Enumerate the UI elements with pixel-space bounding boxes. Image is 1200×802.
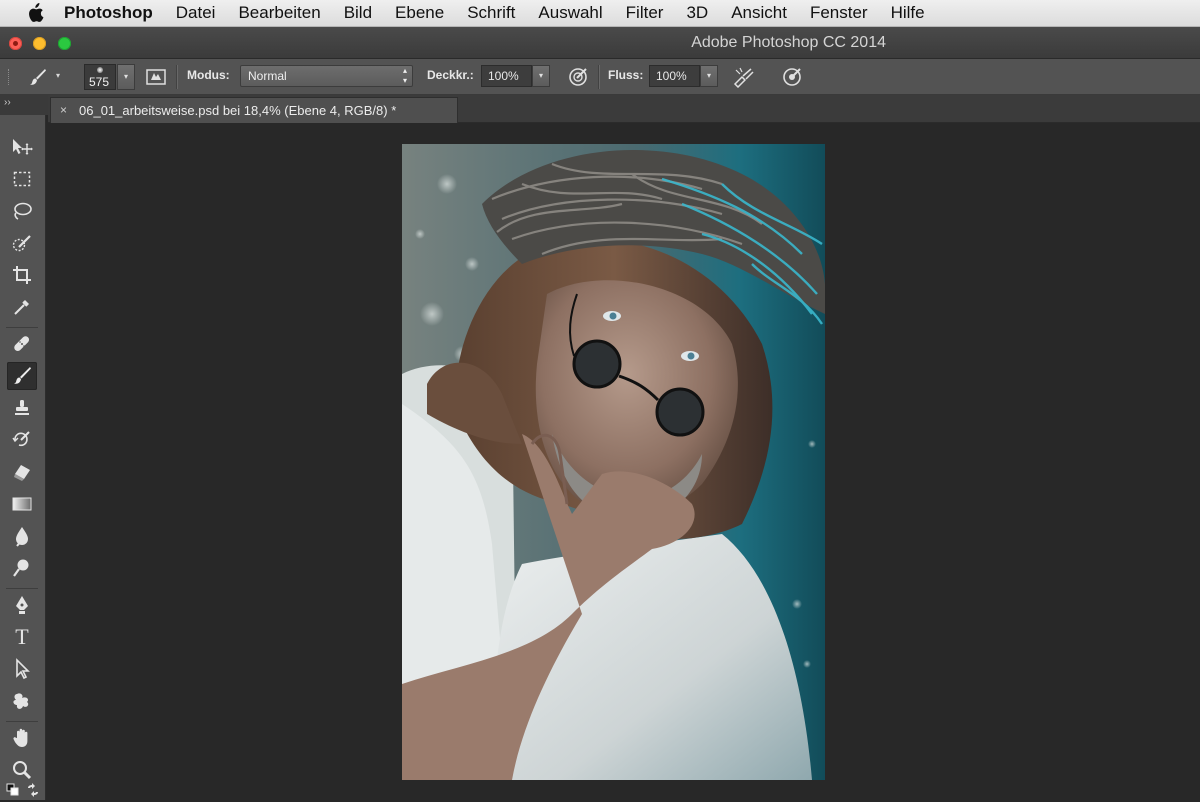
options-bar: ▾ 575 ▾ Modus: Normal ▴ ▾ Deckkr.: 100% ▾… bbox=[0, 59, 1200, 95]
gradient-tool-icon[interactable] bbox=[7, 490, 37, 518]
menu-ansicht[interactable]: Ansicht bbox=[731, 3, 787, 23]
flow-input[interactable]: 100% bbox=[649, 65, 700, 87]
menu-schrift[interactable]: Schrift bbox=[467, 3, 515, 23]
menu-photoshop[interactable]: Photoshop bbox=[64, 3, 153, 23]
lasso-tool-icon[interactable] bbox=[7, 197, 37, 225]
pressure-opacity-icon[interactable] bbox=[566, 65, 590, 89]
path-selection-tool-icon[interactable] bbox=[7, 655, 37, 683]
menu-ebene[interactable]: Ebene bbox=[395, 3, 444, 23]
document-tab-title: 06_01_arbeitsweise.psd bei 18,4% (Ebene … bbox=[79, 103, 397, 118]
apple-icon[interactable] bbox=[24, 2, 46, 24]
brush-preset-picker[interactable]: 575 bbox=[84, 64, 116, 90]
brush-panel-toggle-icon[interactable] bbox=[144, 65, 168, 89]
toolbox-header[interactable]: ›› bbox=[0, 95, 48, 115]
menu-filter[interactable]: Filter bbox=[626, 3, 664, 23]
custom-shape-tool-icon[interactable] bbox=[7, 687, 37, 715]
crop-tool-icon[interactable] bbox=[7, 261, 37, 289]
quick-selection-tool-icon[interactable] bbox=[7, 229, 37, 257]
menu-bild[interactable]: Bild bbox=[344, 3, 372, 23]
opacity-input[interactable]: 100% bbox=[481, 65, 532, 87]
default-colors-icon[interactable] bbox=[6, 783, 20, 802]
portrait-photo bbox=[402, 144, 825, 780]
hand-tool-icon[interactable] bbox=[7, 724, 37, 752]
menu-bearbeiten[interactable]: Bearbeiten bbox=[238, 3, 320, 23]
tool-preset-brush-icon[interactable] bbox=[26, 65, 50, 89]
window-title: Adobe Photoshop CC 2014 bbox=[691, 34, 886, 51]
menu-bar: Photoshop Datei Bearbeiten Bild Ebene Sc… bbox=[0, 0, 1200, 27]
marquee-tool-icon[interactable] bbox=[7, 165, 37, 193]
zoom-tool-icon[interactable] bbox=[7, 756, 37, 784]
menu-auswahl[interactable]: Auswahl bbox=[538, 3, 602, 23]
blur-tool-icon[interactable] bbox=[7, 522, 37, 550]
pen-tool-icon[interactable] bbox=[7, 591, 37, 619]
brush-size-value: 575 bbox=[89, 75, 110, 89]
opacity-label: Deckkr.: bbox=[427, 68, 474, 82]
toolbox: T bbox=[0, 115, 46, 800]
options-bar-grip[interactable] bbox=[8, 69, 11, 85]
mode-label: Modus: bbox=[187, 68, 230, 82]
tool-preset-dropdown-icon[interactable]: ▾ bbox=[56, 71, 60, 80]
mode-select[interactable]: Normal ▴ ▾ bbox=[240, 65, 413, 87]
mode-value: Normal bbox=[248, 69, 287, 83]
document-tab-bar: × 06_01_arbeitsweise.psd bei 18,4% (Eben… bbox=[48, 95, 1200, 123]
toolbox-collapse-icon[interactable]: ›› bbox=[4, 97, 11, 108]
zoom-window-button[interactable] bbox=[58, 37, 71, 50]
history-brush-tool-icon[interactable] bbox=[7, 426, 37, 454]
airbrush-icon[interactable] bbox=[732, 65, 756, 89]
minimize-window-button[interactable] bbox=[33, 37, 46, 50]
document-canvas-image[interactable] bbox=[402, 144, 825, 780]
opacity-dropdown-icon[interactable]: ▾ bbox=[532, 65, 550, 87]
menu-hilfe[interactable]: Hilfe bbox=[891, 3, 925, 23]
eraser-tool-icon[interactable] bbox=[7, 458, 37, 486]
swap-colors-icon[interactable] bbox=[26, 783, 40, 802]
flow-dropdown-icon[interactable]: ▾ bbox=[700, 65, 718, 87]
flow-label: Fluss: bbox=[608, 68, 644, 82]
move-tool-icon[interactable] bbox=[7, 133, 37, 161]
type-tool-glyph: T bbox=[15, 624, 29, 649]
document-tab[interactable]: × 06_01_arbeitsweise.psd bei 18,4% (Eben… bbox=[50, 97, 458, 123]
menu-3d[interactable]: 3D bbox=[686, 3, 708, 23]
menu-fenster[interactable]: Fenster bbox=[810, 3, 868, 23]
window-title-bar: Adobe Photoshop CC 2014 bbox=[0, 27, 1200, 59]
close-window-button[interactable] bbox=[9, 37, 22, 50]
menu-datei[interactable]: Datei bbox=[176, 3, 216, 23]
type-tool-icon[interactable]: T bbox=[7, 623, 37, 651]
close-tab-icon[interactable]: × bbox=[60, 103, 67, 117]
clone-stamp-tool-icon[interactable] bbox=[7, 394, 37, 422]
brush-tip-icon bbox=[97, 67, 103, 73]
brush-preset-dropdown-icon[interactable]: ▾ bbox=[117, 64, 135, 90]
eyedropper-tool-icon[interactable] bbox=[7, 293, 37, 321]
pressure-size-icon[interactable] bbox=[780, 65, 804, 89]
mode-stepper-icon: ▴ ▾ bbox=[402, 66, 407, 85]
dodge-tool-icon[interactable] bbox=[7, 554, 37, 582]
healing-brush-tool-icon[interactable] bbox=[7, 330, 37, 358]
brush-tool-icon[interactable] bbox=[7, 362, 37, 390]
